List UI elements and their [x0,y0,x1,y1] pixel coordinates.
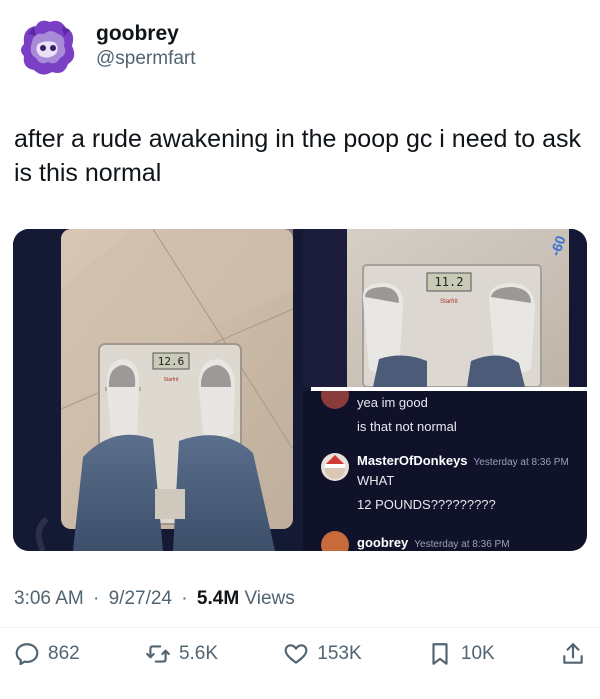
chat-message-author: MasterOfDonkeys Yesterday at 8:36 PM [357,453,569,468]
author-display-name[interactable]: goobrey [96,21,196,47]
chat-message-line: yea im good [357,395,428,410]
tweet-date[interactable]: 9/27/24 [109,588,172,609]
tweet-meta: 3:06 AM · 9/27/24 · 5.4M Views [14,588,295,610]
views-label: Views [244,588,295,609]
divider [0,627,600,628]
chat-timestamp: Yesterday at 8:36 PM [414,539,510,550]
scale-left-display: 12.6 [158,355,185,368]
scale-photo-left-image: 12.6 Starfrit [13,229,311,551]
chat-message-line: WHAT [357,473,395,488]
repost-count: 5.6K [178,643,219,664]
action-bar: 862 5.6K 153K 10K [14,637,586,671]
meta-separator: · [181,588,188,609]
like-button[interactable]: 153K [283,641,362,667]
heart-icon [284,644,308,664]
reply-count: 862 [48,643,80,664]
chat-message-line: 12 POUNDS????????? [357,497,496,512]
santa-hat-avatar-icon [325,455,345,479]
scale-left-brand: Starfrit [164,377,179,383]
chat-message-author: goobrey Yesterday at 8:36 PM [357,535,510,550]
repost-icon [146,645,170,663]
author-avatar[interactable] [14,14,82,82]
tweet-time[interactable]: 3:06 AM [14,588,84,609]
photo-chat-screenshot[interactable]: yea im good is that not normal MasterOfD… [303,391,587,551]
chat-author-name: goobrey [357,535,409,550]
chat-avatar-1 [321,391,349,409]
chat-screenshot: yea im good is that not normal MasterOfD… [303,391,587,551]
tweet-header: goobrey @spermfart [14,14,196,82]
media-grid[interactable]: 12.6 Starfrit 11.2 Starfrit -60 yea im g… [13,229,587,551]
ghost-avatar-icon [14,14,82,82]
scale-right-brand: Starfrit [440,299,458,305]
photo-scale-left[interactable]: 12.6 Starfrit [13,229,311,551]
chat-timestamp: Yesterday at 8:36 PM [473,457,569,468]
scale-right-display: 11.2 [435,275,464,289]
scale-photo-right-image: 11.2 Starfrit -60 [303,229,587,387]
chat-message-line: is that not normal [357,419,457,434]
reply-icon [15,643,39,666]
bookmark-count: 10K [460,643,495,664]
author-handle[interactable]: @spermfart [96,47,196,71]
views-count[interactable]: 5.4M [197,588,239,609]
chat-author-name: MasterOfDonkeys [357,453,468,468]
tweet-text: after a rude awakening in the poop gc i … [14,125,582,187]
bookmark-icon [432,643,448,665]
chat-avatar-goobrey [321,531,349,551]
share-button[interactable] [560,641,586,667]
photo-scale-right[interactable]: 11.2 Starfrit -60 [303,229,587,387]
author-names: goobrey @spermfart [96,21,196,71]
repost-button[interactable]: 5.6K [145,641,218,667]
bookmark-button[interactable]: 10K [427,641,495,667]
meta-separator: · [93,588,100,609]
reply-button[interactable]: 862 [14,641,80,667]
chat-avatar-masterofdonkeys [321,453,349,481]
like-count: 153K [317,643,362,664]
share-icon [563,643,583,664]
